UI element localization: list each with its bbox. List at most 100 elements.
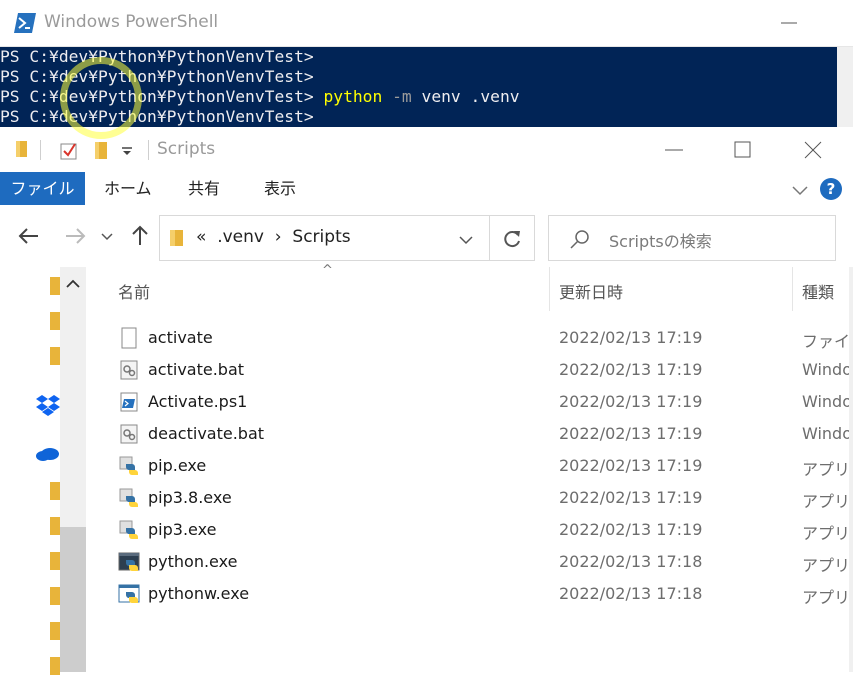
folder-icon[interactable] xyxy=(50,622,60,640)
file-row[interactable]: python.exe 2022/02/13 17:18 アプリケ xyxy=(90,546,853,578)
properties-icon[interactable] xyxy=(58,139,80,161)
file-row[interactable]: pythonw.exe 2022/02/13 17:18 アプリケ xyxy=(90,578,853,610)
scroll-up-icon[interactable] xyxy=(64,275,82,293)
file-list[interactable]: ^ 名前 更新日時 種類 activate 2022/02/13 17:19 ファイ… xyxy=(90,263,853,672)
navigation-pane[interactable] xyxy=(0,267,90,675)
breadcrumb-separator[interactable]: › xyxy=(275,227,282,247)
tab-share[interactable]: 共有 xyxy=(188,172,220,205)
file-row[interactable]: pip3.exe 2022/02/13 17:19 アプリケ xyxy=(90,514,853,546)
file-date: 2022/02/13 17:19 xyxy=(559,520,703,539)
column-header-date[interactable]: 更新日時 xyxy=(559,279,623,303)
maximize-icon[interactable] xyxy=(729,137,757,163)
file-type: アプリケ xyxy=(802,524,853,543)
file-list-scrollbar[interactable] xyxy=(849,267,853,672)
recent-locations-icon[interactable] xyxy=(98,223,116,249)
breadcrumb-venv[interactable]: .venv xyxy=(217,227,264,247)
folder-icon xyxy=(16,141,27,157)
folder-icon xyxy=(170,230,183,246)
folder-icon[interactable] xyxy=(50,347,60,365)
batch-file-icon xyxy=(120,424,138,444)
powershell-script-icon xyxy=(120,392,138,412)
file-name: activate.bat xyxy=(148,360,245,379)
dropbox-icon[interactable] xyxy=(36,394,60,416)
file-date: 2022/02/13 17:19 xyxy=(559,392,703,411)
breadcrumb: « .venv › Scripts xyxy=(196,227,351,247)
navigation-bar: « .venv › Scripts Scriptsの検索 xyxy=(0,207,853,267)
folder-icon[interactable] xyxy=(50,587,60,605)
python-exe-icon xyxy=(119,456,138,475)
new-folder-icon[interactable] xyxy=(92,139,110,161)
up-arrow-icon[interactable] xyxy=(127,223,153,249)
column-header-name[interactable]: 名前 xyxy=(118,279,150,303)
explorer-titlebar[interactable]: Scripts xyxy=(0,127,853,172)
tab-file[interactable]: ファイル xyxy=(0,172,85,205)
file-row[interactable]: Activate.ps1 2022/02/13 17:19 Windo xyxy=(90,386,853,418)
file-type: Windo xyxy=(802,424,852,443)
customize-toolbar-icon[interactable] xyxy=(120,139,134,161)
file-type: アプリケ xyxy=(802,588,853,607)
console-parameter: -m xyxy=(382,87,412,106)
file-row[interactable]: pip3.8.exe 2022/02/13 17:19 アプリケ xyxy=(90,482,853,514)
file-row[interactable]: activate 2022/02/13 17:19 ファイル xyxy=(90,322,853,354)
file-row[interactable]: activate.bat 2022/02/13 17:19 Windo xyxy=(90,354,853,386)
file-date: 2022/02/13 17:19 xyxy=(559,456,703,475)
minimize-icon[interactable] xyxy=(778,12,800,34)
folder-icon[interactable] xyxy=(50,482,60,500)
ribbon-tabs: ファイル ホーム 共有 表示 ? xyxy=(0,172,853,207)
onedrive-icon[interactable] xyxy=(36,445,60,461)
navigation-scrollbar-thumb[interactable] xyxy=(60,527,86,672)
blank-file-icon xyxy=(121,327,137,349)
tab-home[interactable]: ホーム xyxy=(104,172,152,205)
file-row[interactable]: deactivate.bat 2022/02/13 17:19 Windo xyxy=(90,418,853,450)
tab-view[interactable]: 表示 xyxy=(264,172,296,205)
expand-ribbon-icon[interactable] xyxy=(790,180,810,200)
explorer-window: Scripts ファイル ホーム 共有 表示 ? « .venv › Scrip… xyxy=(0,127,853,675)
file-name: deactivate.bat xyxy=(148,424,265,443)
file-type: アプリケ xyxy=(802,492,853,511)
file-type: アプリケ xyxy=(802,556,853,575)
search-box[interactable]: Scriptsの検索 xyxy=(548,215,836,261)
address-bar[interactable]: « .venv › Scripts xyxy=(159,215,535,261)
file-name: pip.exe xyxy=(148,456,207,475)
refresh-icon[interactable] xyxy=(500,227,524,251)
python-console-icon xyxy=(118,552,140,571)
chevron-down-icon[interactable] xyxy=(456,230,476,250)
file-date: 2022/02/13 17:18 xyxy=(559,552,703,571)
file-type: ファイル xyxy=(802,332,853,351)
python-exe-icon xyxy=(119,520,138,539)
breadcrumb-overflow[interactable]: « xyxy=(196,227,206,247)
file-name: pythonw.exe xyxy=(148,584,250,603)
file-row[interactable]: pip.exe 2022/02/13 17:19 アプリケ xyxy=(90,450,853,482)
file-date: 2022/02/13 17:19 xyxy=(559,488,703,507)
folder-icon[interactable] xyxy=(50,312,60,330)
file-type: Windo xyxy=(802,392,852,411)
console-line: PS C:¥dev¥Python¥PythonVenvTest> xyxy=(0,107,314,126)
forward-arrow-icon[interactable] xyxy=(62,223,88,249)
sort-ascending-icon: ^ xyxy=(322,263,333,278)
folder-icon[interactable] xyxy=(50,552,60,570)
breadcrumb-scripts[interactable]: Scripts xyxy=(292,227,350,247)
folder-icon[interactable] xyxy=(50,517,60,535)
console-line: PS C:¥dev¥Python¥PythonVenvTest> xyxy=(0,47,314,66)
file-name: pip3.8.exe xyxy=(148,488,232,507)
file-date: 2022/02/13 17:19 xyxy=(559,360,703,379)
search-input[interactable]: Scriptsの検索 xyxy=(609,228,712,252)
file-date: 2022/02/13 17:19 xyxy=(559,328,703,347)
powershell-title: Windows PowerShell xyxy=(44,12,219,32)
close-icon[interactable] xyxy=(799,137,827,163)
folder-icon[interactable] xyxy=(50,277,60,295)
minimize-icon[interactable] xyxy=(660,137,688,163)
file-name: activate xyxy=(148,328,213,347)
powershell-console[interactable]: PS C:¥dev¥Python¥PythonVenvTest> PS C:¥d… xyxy=(0,47,853,127)
help-button[interactable]: ? xyxy=(820,178,842,200)
powershell-titlebar[interactable]: Windows PowerShell xyxy=(0,0,853,47)
console-arguments: venv .venv xyxy=(411,87,520,106)
file-date: 2022/02/13 17:19 xyxy=(559,424,703,443)
column-header-type[interactable]: 種類 xyxy=(802,279,834,303)
python-exe-icon xyxy=(119,488,138,507)
back-arrow-icon[interactable] xyxy=(16,223,42,249)
console-line: PS C:¥dev¥Python¥PythonVenvTest> python … xyxy=(0,87,520,106)
folder-icon[interactable] xyxy=(50,657,60,675)
powershell-scrollbar[interactable] xyxy=(837,47,853,127)
explorer-title: Scripts xyxy=(157,139,216,159)
